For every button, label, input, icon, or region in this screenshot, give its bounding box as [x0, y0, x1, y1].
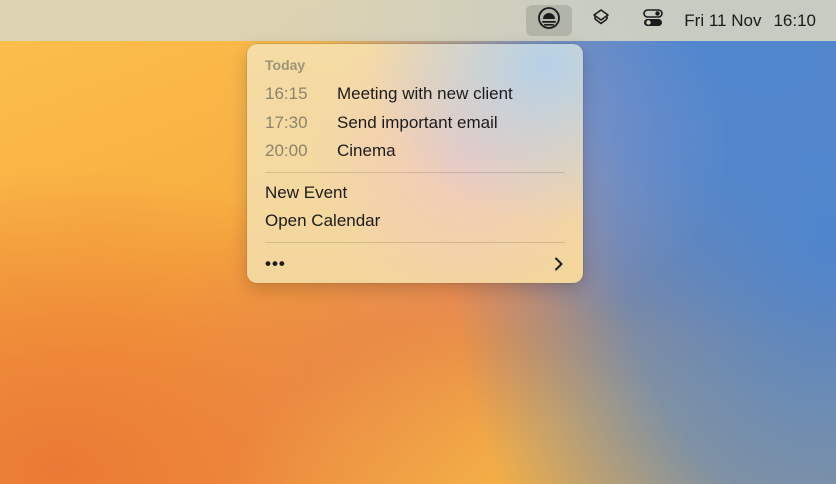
new-event-menu-item[interactable]: New Event	[265, 179, 565, 208]
event-title: Cinema	[337, 141, 396, 161]
today-section-title: Today	[265, 57, 306, 73]
more-menu-item[interactable]: •••	[265, 249, 565, 279]
more-label: •••	[265, 253, 286, 273]
event-item[interactable]: 20:00 Cinema	[265, 137, 565, 166]
chevron-right-icon	[553, 257, 565, 271]
event-item[interactable]: 17:30 Send important email	[265, 109, 565, 138]
layers-icon	[590, 7, 612, 34]
calendar-status-item[interactable]	[526, 5, 573, 36]
calendar-dropdown-menu: Today 16:15 Meeting with new client 17:3…	[247, 44, 583, 283]
event-time: 17:30	[265, 112, 308, 132]
open-calendar-menu-item[interactable]: Open Calendar	[265, 207, 565, 236]
clock-date: Fri 11 Nov	[684, 10, 762, 30]
calendar-sun-icon	[538, 7, 561, 34]
menu-bar-clock[interactable]: Fri 11 Nov 16:10	[684, 11, 816, 31]
control-center-icon	[642, 7, 664, 34]
event-time: 20:00	[265, 141, 308, 161]
menu-separator	[265, 241, 565, 243]
event-time: 16:15	[265, 84, 308, 104]
menu-bar: Fri 11 Nov 16:10	[0, 0, 836, 41]
layers-status-item[interactable]	[578, 5, 624, 36]
event-title: Meeting with new client	[337, 84, 513, 104]
menu-separator	[265, 171, 565, 173]
event-title: Send important email	[337, 112, 498, 132]
clock-time: 16:10	[773, 10, 816, 30]
event-item[interactable]: 16:15 Meeting with new client	[265, 80, 565, 109]
control-center-status-item[interactable]	[630, 5, 676, 36]
